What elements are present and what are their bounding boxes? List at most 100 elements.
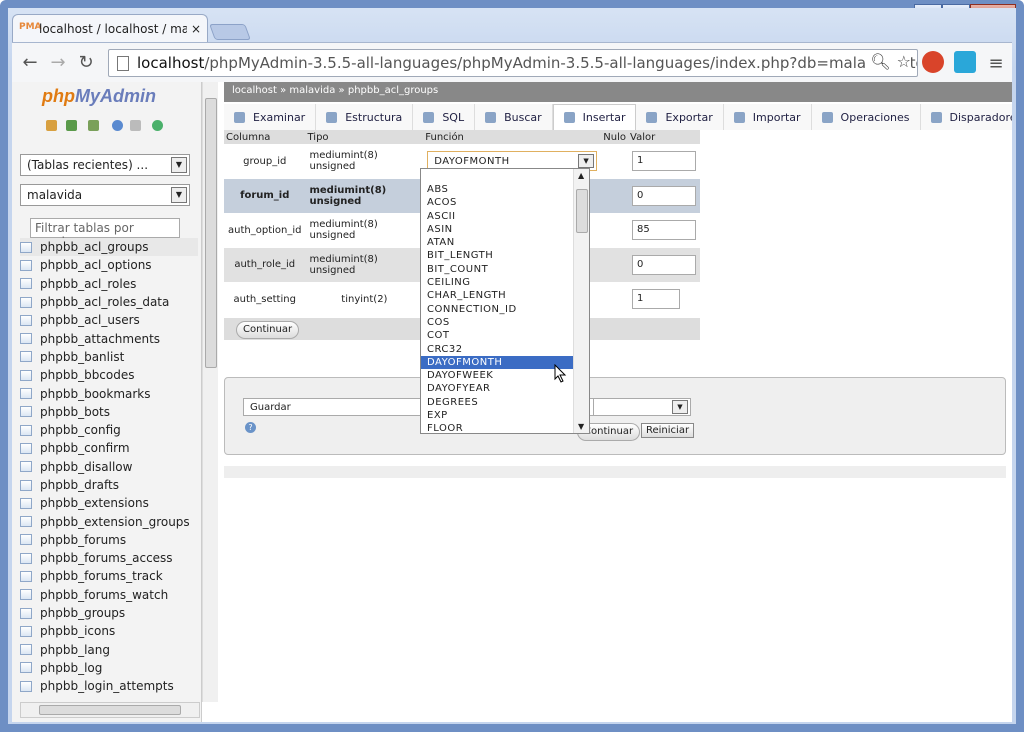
- tab-sql[interactable]: SQL: [413, 104, 476, 130]
- value-input[interactable]: 1: [632, 151, 696, 172]
- table-list-item[interactable]: phpbb_log: [20, 659, 198, 677]
- table-name[interactable]: phpbb_drafts: [40, 478, 119, 492]
- exit-icon[interactable]: [66, 120, 77, 131]
- docs-icon[interactable]: [130, 120, 141, 131]
- function-option[interactable]: COS: [421, 316, 573, 329]
- function-option[interactable]: CEILING: [421, 276, 573, 289]
- extension-red-icon[interactable]: [922, 51, 944, 73]
- function-dropdown-list[interactable]: ABS ACOS ASCII ASIN ATAN BIT_LENGTH BIT_COUNT C…: [420, 168, 590, 434]
- tab-importar[interactable]: Importar: [723, 104, 812, 130]
- table-icon[interactable]: [20, 680, 32, 692]
- forward-icon[interactable]: →: [44, 49, 72, 77]
- table-icon[interactable]: [20, 662, 32, 674]
- recent-tables-select[interactable]: (Tablas recientes) ... ▼: [20, 154, 190, 176]
- function-option[interactable]: COT: [421, 329, 573, 342]
- table-list-item[interactable]: phpbb_bookmarks: [20, 384, 198, 402]
- address-bar[interactable]: localhost/phpMyAdmin-3.5.5-all-languages…: [108, 49, 918, 77]
- table-list-item[interactable]: phpbb_acl_options: [20, 256, 198, 274]
- reload-nav-icon[interactable]: [152, 120, 163, 131]
- table-icon[interactable]: [20, 314, 32, 326]
- table-list-item[interactable]: phpbb_icons: [20, 622, 198, 640]
- table-list-item[interactable]: phpbb_acl_roles: [20, 275, 198, 293]
- table-name[interactable]: phpbb_extension_groups: [40, 515, 190, 529]
- table-list-item[interactable]: phpbb_attachments: [20, 329, 198, 347]
- extension-blue-icon[interactable]: [954, 51, 976, 73]
- table-name[interactable]: phpbb_config: [40, 423, 121, 437]
- table-name[interactable]: phpbb_acl_groups: [40, 240, 148, 254]
- table-name[interactable]: phpbb_acl_roles_data: [40, 295, 169, 309]
- function-option[interactable]: ACOS: [421, 196, 573, 209]
- close-tab-icon[interactable]: ×: [191, 22, 201, 36]
- table-name[interactable]: phpbb_forums_track: [40, 569, 163, 583]
- function-option[interactable]: CHAR_LENGTH: [421, 289, 573, 302]
- table-icon[interactable]: [20, 607, 32, 619]
- value-input[interactable]: 0: [632, 254, 696, 275]
- table-list-item[interactable]: phpbb_bots: [20, 403, 198, 421]
- table-name[interactable]: phpbb_confirm: [40, 441, 130, 455]
- browser-tab[interactable]: PMA localhost / localhost / mal ×: [12, 14, 208, 42]
- table-icon[interactable]: [20, 552, 32, 564]
- tab-disparadores[interactable]: Disparadores: [920, 104, 1012, 130]
- table-name[interactable]: phpbb_disallow: [40, 460, 132, 474]
- table-list-item[interactable]: phpbb_banlist: [20, 348, 198, 366]
- table-icon[interactable]: [20, 296, 32, 308]
- table-name[interactable]: phpbb_bbcodes: [40, 368, 135, 382]
- reset-button[interactable]: Reiniciar: [641, 423, 695, 438]
- table-list-item[interactable]: phpbb_forums_access: [20, 549, 198, 567]
- table-icon[interactable]: [20, 259, 32, 271]
- table-name[interactable]: phpbb_bots: [40, 405, 110, 419]
- table-icon[interactable]: [20, 333, 32, 345]
- table-list-item[interactable]: phpbb_drafts: [20, 476, 198, 494]
- breadcrumb-table[interactable]: phpbb_acl_groups: [348, 85, 438, 96]
- function-option[interactable]: DAYOFMONTH: [421, 355, 573, 370]
- insert-mode-select[interactable]: ▼: [593, 398, 691, 416]
- menu-icon[interactable]: ≡: [982, 49, 1010, 77]
- table-name[interactable]: phpbb_forums: [40, 533, 126, 547]
- function-option[interactable]: FLOOR: [421, 422, 573, 433]
- function-option[interactable]: ASIN: [421, 223, 573, 236]
- phpmyadmin-logo[interactable]: phpMyAdmin: [42, 86, 156, 107]
- table-name[interactable]: phpbb_forums_watch: [40, 588, 168, 602]
- reload-icon[interactable]: ↻: [72, 49, 100, 77]
- table-icon[interactable]: [20, 479, 32, 491]
- table-list-item[interactable]: phpbb_login_attempts: [20, 677, 198, 695]
- bookmark-star-icon[interactable]: ☆: [897, 52, 911, 71]
- table-name[interactable]: phpbb_acl_roles: [40, 277, 136, 291]
- table-name[interactable]: phpbb_bookmarks: [40, 387, 151, 401]
- table-icon[interactable]: [20, 351, 32, 363]
- tab-buscar[interactable]: Buscar: [475, 104, 553, 130]
- table-list-item[interactable]: phpbb_acl_groups: [20, 238, 198, 257]
- function-option[interactable]: BIT_LENGTH: [421, 249, 573, 262]
- table-icon[interactable]: [20, 424, 32, 436]
- table-icon[interactable]: [20, 442, 32, 454]
- table-list-item[interactable]: phpbb_acl_users: [20, 311, 198, 329]
- table-name[interactable]: phpbb_login_attempts: [40, 679, 174, 693]
- table-name[interactable]: phpbb_groups: [40, 606, 125, 620]
- table-icon[interactable]: [20, 369, 32, 381]
- zoom-icon[interactable]: 🔍︎: [870, 52, 890, 71]
- back-icon[interactable]: ←: [16, 49, 44, 77]
- table-icon[interactable]: [20, 497, 32, 509]
- table-name[interactable]: phpbb_log: [40, 661, 102, 675]
- table-list-item[interactable]: phpbb_disallow: [20, 458, 198, 476]
- table-name[interactable]: phpbb_extensions: [40, 496, 149, 510]
- function-option[interactable]: BIT_COUNT: [421, 263, 573, 276]
- table-name[interactable]: phpbb_acl_users: [40, 313, 140, 327]
- continue-button[interactable]: Continuar: [236, 321, 300, 339]
- table-name[interactable]: phpbb_attachments: [40, 332, 160, 346]
- tab-examinar[interactable]: Examinar: [224, 104, 317, 130]
- function-option[interactable]: CRC32: [421, 343, 573, 356]
- table-icon[interactable]: [20, 461, 32, 473]
- query-window-icon[interactable]: [88, 120, 99, 131]
- table-list-item[interactable]: phpbb_config: [20, 421, 198, 439]
- table-list-item[interactable]: phpbb_extension_groups: [20, 512, 198, 530]
- table-icon[interactable]: [20, 241, 32, 253]
- value-input[interactable]: 0: [632, 185, 696, 206]
- breadcrumb-db[interactable]: malavida: [289, 85, 335, 96]
- table-icon[interactable]: [20, 388, 32, 400]
- table-list-item[interactable]: phpbb_forums_track: [20, 567, 198, 585]
- scroll-up-icon[interactable]: ▲: [578, 171, 584, 180]
- table-list-item[interactable]: phpbb_forums: [20, 531, 198, 549]
- home-icon[interactable]: [46, 120, 57, 131]
- table-list-item[interactable]: phpbb_acl_roles_data: [20, 293, 198, 311]
